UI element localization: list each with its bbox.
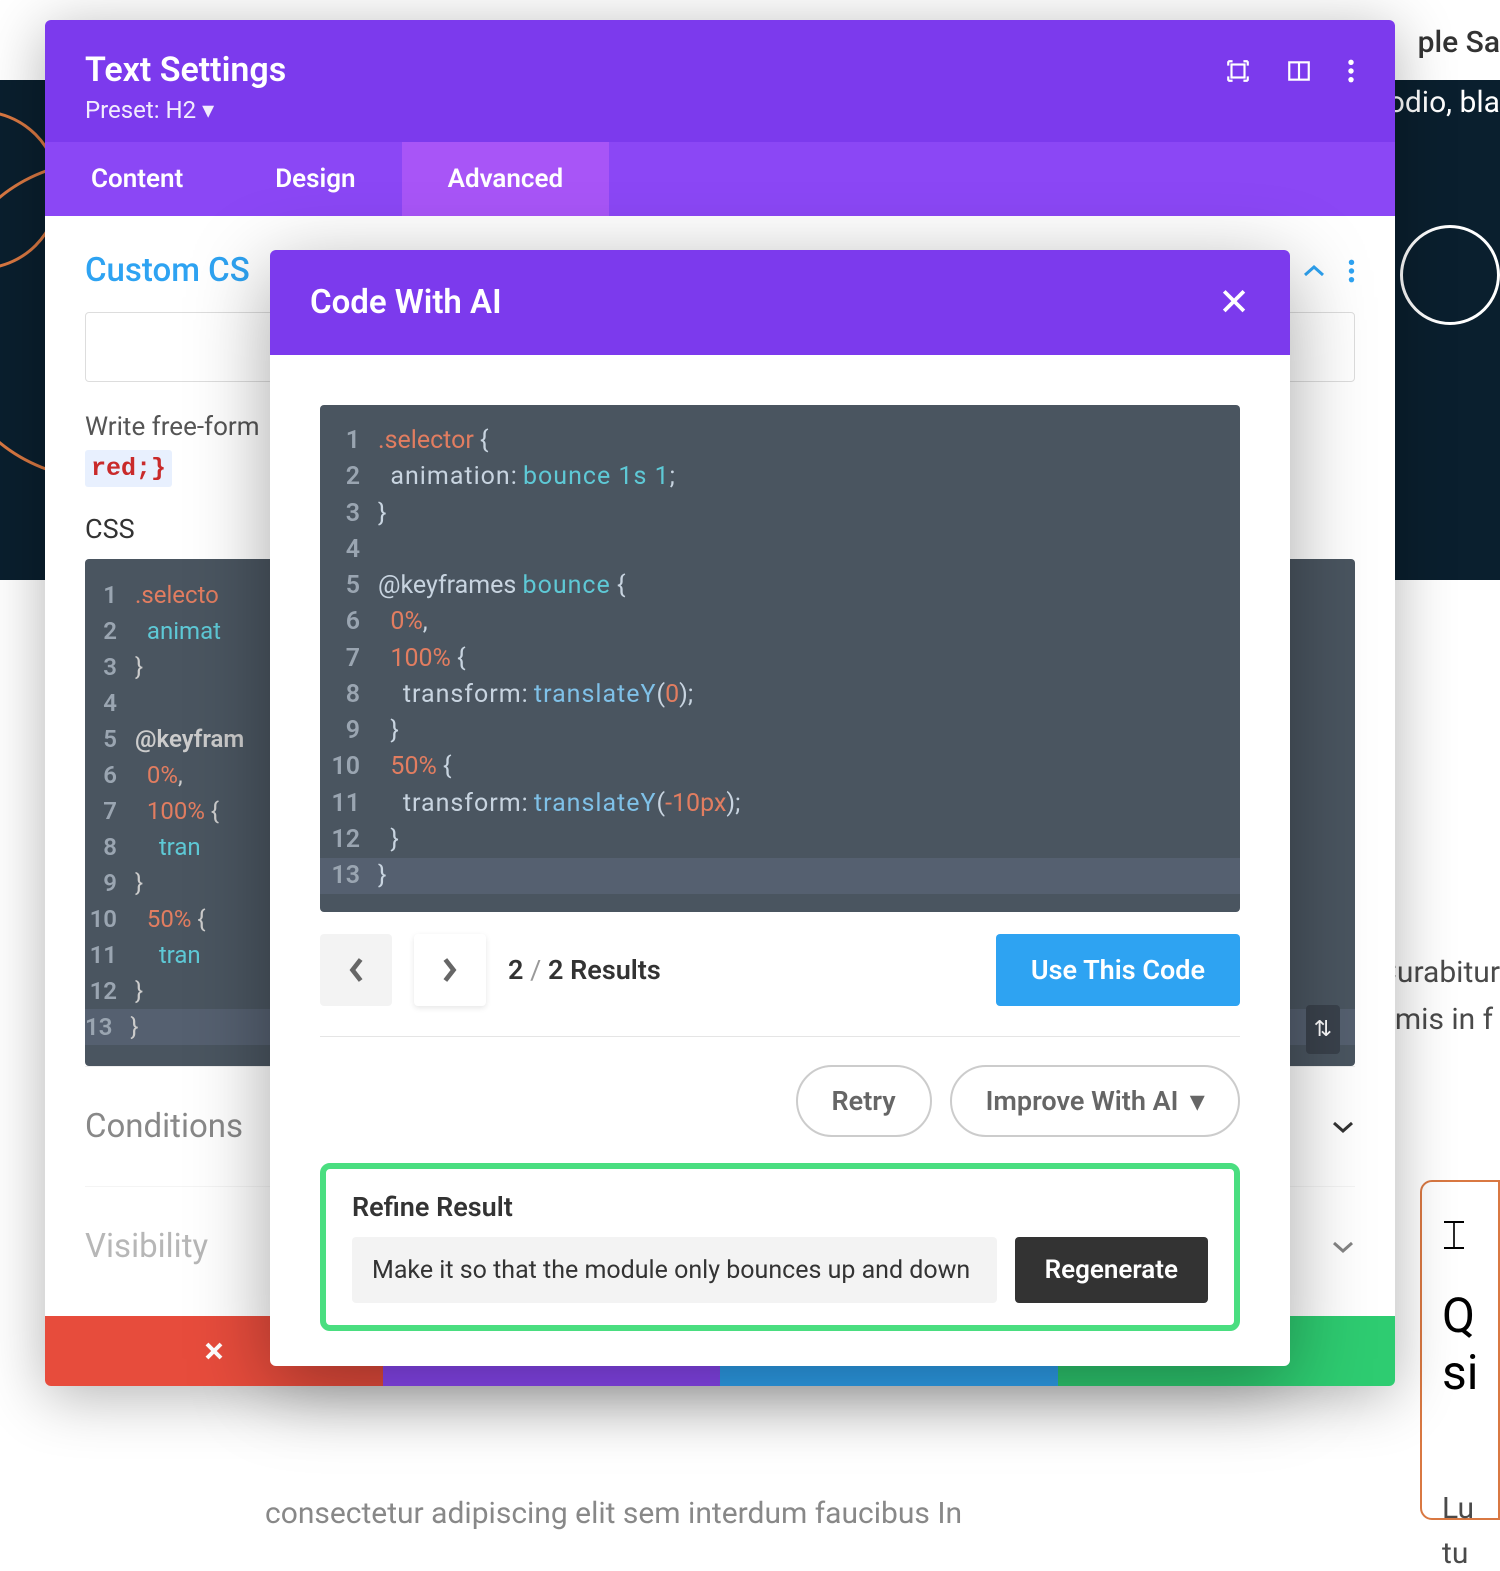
chevron-down-icon: ▾	[1190, 1085, 1204, 1117]
prev-result-button[interactable]	[320, 934, 392, 1006]
refine-input[interactable]	[352, 1237, 997, 1303]
ai-code-preview[interactable]: 1.selector {2 animation: bounce 1s 1;3}4…	[320, 405, 1240, 912]
more-icon[interactable]	[1348, 258, 1355, 284]
tabs: Content Design Advanced	[45, 142, 1395, 216]
retry-button[interactable]: Retry	[796, 1065, 932, 1137]
refine-title: Refine Result	[352, 1191, 1208, 1223]
close-icon[interactable]: ✕	[1218, 280, 1250, 325]
results-counter: 2 / 2 Results	[508, 954, 661, 986]
next-result-button[interactable]	[414, 934, 486, 1006]
more-icon[interactable]	[1347, 58, 1355, 84]
section-title: Custom CS	[85, 251, 250, 290]
bg-text: consectetur adipiscing elit sem interdum…	[265, 1496, 962, 1531]
chevron-down-icon: ▾	[202, 96, 214, 124]
regenerate-button[interactable]: Regenerate	[1015, 1237, 1208, 1303]
bg-text: Curabitur rimis in f	[1377, 955, 1500, 1037]
panel-title: Text Settings	[85, 50, 286, 90]
bg-text: odio, bla	[1388, 85, 1500, 120]
chevron-down-icon[interactable]	[1331, 1120, 1355, 1134]
collapse-icon[interactable]	[1302, 263, 1326, 279]
columns-icon[interactable]	[1286, 58, 1312, 84]
ai-modal-title: Code With AI	[310, 283, 502, 322]
ai-modal: Code With AI ✕ 1.selector {2 animation: …	[270, 250, 1290, 1366]
use-code-button[interactable]: Use This Code	[996, 934, 1240, 1006]
tab-design[interactable]: Design	[229, 142, 401, 216]
bg-text	[1400, 225, 1500, 325]
code-chip: red;}	[85, 450, 172, 487]
tab-content[interactable]: Content	[45, 142, 229, 216]
tab-advanced[interactable]: Advanced	[402, 142, 610, 216]
bg-card: ⌶ Q si Lu tu	[1420, 1180, 1500, 1520]
bg-text: ple Sa	[1418, 25, 1500, 60]
improve-with-ai-button[interactable]: Improve With AI ▾	[950, 1065, 1240, 1137]
swap-icon[interactable]: ⇅	[1306, 1005, 1340, 1054]
conditions-section[interactable]: Conditions	[85, 1107, 243, 1146]
visibility-section[interactable]: Visibility	[85, 1227, 208, 1266]
refine-result-box: Refine Result Regenerate	[320, 1163, 1240, 1331]
chevron-down-icon[interactable]	[1331, 1240, 1355, 1254]
expand-icon[interactable]	[1225, 58, 1251, 84]
preset-dropdown[interactable]: Preset: H2 ▾	[85, 96, 286, 124]
